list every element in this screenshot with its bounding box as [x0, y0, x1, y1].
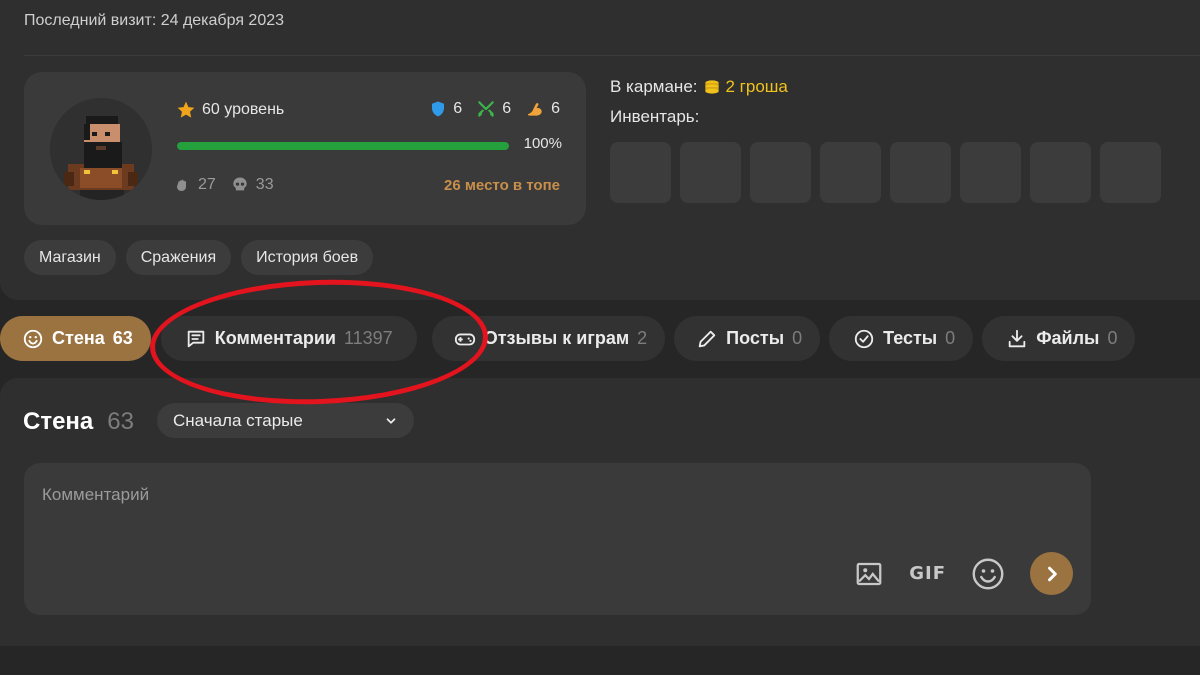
inventory-slot[interactable] — [1030, 142, 1091, 203]
tab-count: 2 — [637, 328, 648, 348]
coins-value: 2 гроша — [725, 77, 788, 96]
inventory-slot[interactable] — [820, 142, 881, 203]
skull-icon — [233, 177, 247, 191]
tab-label: Тесты — [883, 328, 938, 348]
profile-card: 60 уровень 6 6 6 100% 27 33 26 место в т… — [24, 72, 586, 225]
inventory-slot[interactable] — [610, 142, 671, 203]
strength-value: 6 — [551, 100, 560, 117]
pixel-character-avatar — [50, 98, 152, 200]
tab-count: 0 — [945, 328, 956, 348]
download-icon — [1008, 329, 1026, 347]
shield-stat: 6 — [429, 99, 462, 119]
tab-label: Комментарии — [214, 328, 336, 348]
tab-tests[interactable]: Тесты 0 — [829, 316, 974, 361]
swords-stat: 6 — [476, 99, 511, 119]
last-visit-text: Последний визит: 24 декабря 2023 — [24, 12, 285, 29]
strength-stat: 6 — [525, 99, 560, 119]
tab-count: 0 — [1107, 328, 1118, 348]
coins-icon — [704, 80, 719, 94]
divider — [24, 55, 1200, 56]
inventory-label: Инвентарь: — [610, 107, 700, 126]
emoji-icon — [972, 558, 1004, 589]
inventory-slot[interactable] — [680, 142, 741, 203]
deaths-value: 33 — [255, 176, 274, 193]
experience-progress-bar — [177, 142, 509, 150]
tab-wall[interactable]: Стена 63 — [0, 316, 151, 361]
profile-tabs: Стена 63 Комментарии 11397 Отзывы к игра… — [0, 316, 1136, 361]
tab-game-reviews[interactable]: Отзывы к играм 2 — [431, 316, 666, 361]
shield-icon — [432, 101, 445, 117]
fist-icon — [177, 179, 186, 191]
chevron-right-icon — [1047, 566, 1057, 581]
tab-label: Стена — [52, 328, 105, 348]
top-rank-link[interactable]: 26 место в топе — [444, 177, 560, 194]
send-button[interactable] — [1030, 552, 1073, 595]
wall-section: Стена 63 Сначала старые Комментарий GIF — [0, 378, 1200, 646]
tab-label: Отзывы к играм — [483, 328, 630, 348]
inventory-slot[interactable] — [1100, 142, 1161, 203]
pocket: В кармане: 2 гроша — [610, 77, 788, 97]
chevron-down-icon — [386, 417, 396, 424]
pocket-label: В кармане: — [610, 77, 698, 96]
sort-value: Сначала старые — [173, 410, 303, 430]
wall-title: Стена — [23, 408, 94, 435]
deaths-stat: 33 — [230, 175, 274, 195]
image-icon — [856, 562, 882, 585]
coins[interactable]: 2 гроша — [702, 77, 788, 97]
level: 60 уровень — [176, 100, 284, 120]
battle-history-link[interactable]: История боев — [241, 240, 374, 275]
flexed-biceps-icon — [528, 103, 542, 116]
gamepad-icon — [454, 333, 475, 345]
star-icon — [177, 101, 195, 118]
smile-icon — [23, 329, 43, 348]
tab-posts[interactable]: Посты 0 — [674, 316, 821, 361]
kills-value: 27 — [198, 176, 216, 193]
tab-files[interactable]: Файлы 0 — [982, 316, 1136, 361]
editor-toolbar: GIF — [853, 552, 1073, 595]
level-label: 60 уровень — [202, 101, 285, 118]
battle-record: 27 33 — [174, 175, 274, 195]
comment-icon — [187, 330, 204, 347]
kills-stat: 27 — [174, 175, 216, 195]
shop-link[interactable]: Магазин — [24, 240, 116, 275]
swords-value: 6 — [502, 100, 512, 117]
progress-percent: 100% — [523, 135, 562, 152]
tab-count: 0 — [792, 328, 803, 348]
tab-label: Файлы — [1036, 328, 1100, 348]
gif-button[interactable]: GIF — [909, 563, 946, 584]
inventory-slots — [610, 142, 1161, 203]
pencil-icon — [698, 330, 716, 347]
comment-editor[interactable]: Комментарий GIF — [24, 463, 1091, 615]
battles-link[interactable]: Сражения — [125, 240, 232, 275]
character-stats: 6 6 6 — [429, 99, 560, 119]
tab-comments[interactable]: Комментарии 11397 — [160, 316, 417, 361]
tab-count: 63 — [112, 328, 133, 348]
image-upload-button[interactable] — [853, 559, 885, 589]
shield-value: 6 — [453, 100, 463, 117]
check-circle-icon — [854, 329, 874, 348]
inventory-slot[interactable] — [750, 142, 811, 203]
profile-links: Магазин Сражения История боев — [24, 240, 374, 275]
emoji-button[interactable] — [970, 556, 1006, 592]
sort-select[interactable]: Сначала старые — [157, 403, 414, 438]
inventory-slot[interactable] — [890, 142, 951, 203]
tab-count: 11397 — [343, 328, 393, 348]
wall-count: 63 — [107, 408, 134, 435]
inventory-slot[interactable] — [960, 142, 1021, 203]
crossed-swords-icon — [478, 101, 494, 117]
tab-label: Посты — [726, 328, 785, 348]
comment-input-placeholder[interactable]: Комментарий — [42, 485, 149, 505]
experience-progress-fill — [177, 142, 509, 150]
profile-panel: Последний визит: 24 декабря 2023 60 уров… — [0, 0, 1200, 300]
wall-heading: Стена 63 — [23, 408, 134, 436]
avatar[interactable] — [50, 98, 152, 200]
